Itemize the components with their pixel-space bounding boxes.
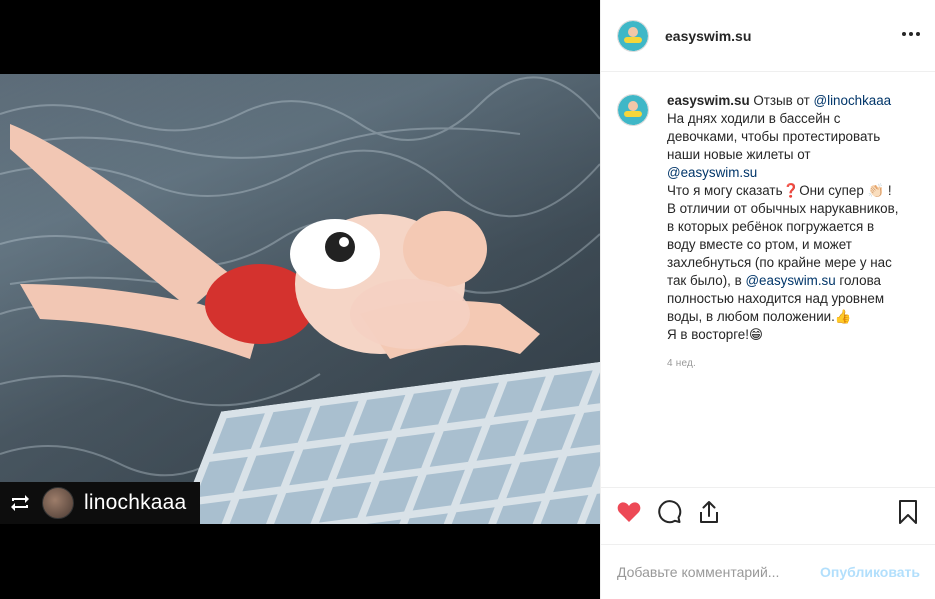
caption-text-2: На днях ходили в бассейн с девочками, чт… [667, 111, 881, 162]
caption-text-5: Я в восторге!😁 [667, 327, 763, 342]
action-bar [601, 487, 935, 535]
author-avatar-image [618, 20, 648, 51]
add-comment-form: Опубликовать [601, 544, 935, 599]
caption-text: easyswim.su Отзыв от @linochkaaa На днях… [667, 92, 903, 344]
caption-block: easyswim.su Отзыв от @linochkaaa На днях… [601, 72, 935, 344]
repost-avatar [42, 487, 74, 519]
publish-button[interactable]: Опубликовать [820, 564, 920, 580]
post-details-panel: easyswim.su easyswim.su Отзыв от @linoch… [600, 0, 935, 599]
repost-username: linochkaaa [84, 491, 187, 514]
author-avatar[interactable] [617, 19, 649, 52]
caption-avatar-image [618, 95, 648, 125]
post-modal: linochkaaa easyswim.su easyswim.su Отзыв… [0, 0, 935, 599]
post-header: easyswim.su [601, 0, 935, 72]
comment-input[interactable] [617, 564, 821, 580]
caption-text-1: Отзыв от [749, 93, 814, 108]
caption-username[interactable]: easyswim.su [667, 93, 750, 108]
heart-icon [617, 501, 641, 522]
repost-icon [11, 495, 29, 511]
share-icon [700, 500, 718, 523]
post-timestamp[interactable]: 4 нед. [667, 358, 935, 369]
mention-easyswim-1[interactable]: @easyswim.su [667, 165, 757, 180]
share-button[interactable] [695, 498, 723, 526]
bookmark-icon [899, 499, 917, 524]
more-options-icon[interactable] [901, 24, 921, 44]
media-column: linochkaaa [0, 0, 600, 599]
mention-linochkaaa[interactable]: @linochkaaa [814, 93, 892, 108]
comment-button[interactable] [655, 498, 683, 526]
post-photo[interactable] [0, 74, 600, 524]
author-username[interactable]: easyswim.su [665, 28, 751, 44]
like-button[interactable] [615, 498, 643, 526]
save-button[interactable] [894, 498, 922, 526]
caption-avatar[interactable] [617, 94, 649, 126]
speech-bubble-icon [658, 499, 682, 523]
mention-easyswim-2[interactable]: @easyswim.su [745, 273, 835, 288]
repost-badge: linochkaaa [0, 482, 200, 524]
